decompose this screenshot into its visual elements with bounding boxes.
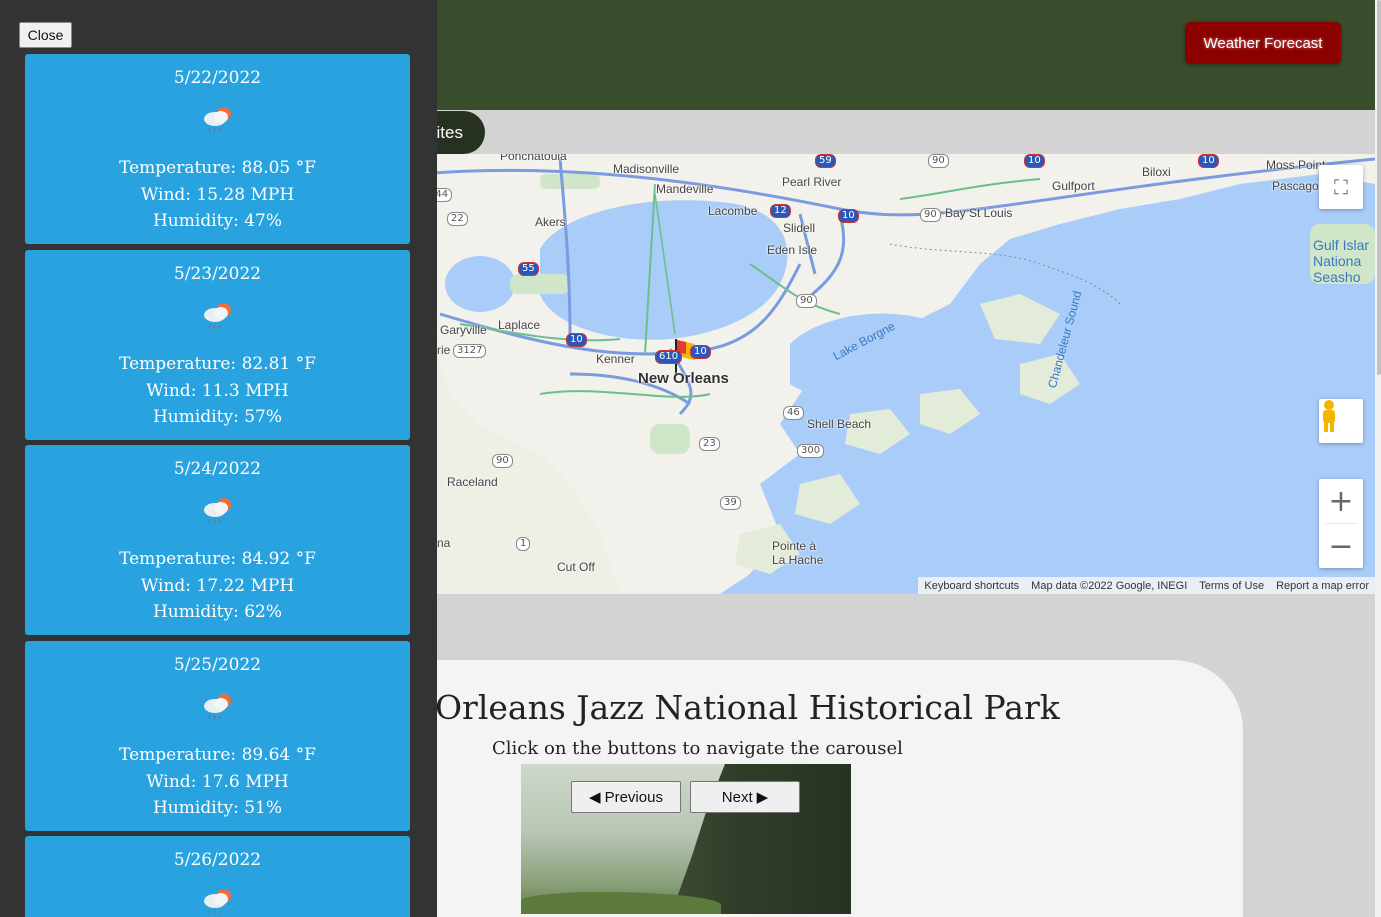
rain-cloud-sun-icon — [203, 498, 231, 525]
forecast-sidenav: Close 5/22/2022 Temperature: 88.05 °F Wi… — [0, 0, 437, 917]
map-label-gulf-islands: Gulf Islar Nationa Seasho — [1313, 237, 1370, 285]
sites-tab-label: ites — [436, 122, 463, 142]
map-label-kenner: Kenner — [596, 352, 635, 366]
fullscreen-icon: ⛶ — [1334, 175, 1348, 199]
next-button[interactable]: Next ▶ — [690, 781, 800, 813]
rain-cloud-sun-icon — [203, 303, 231, 330]
highway-shield: 10 — [1024, 154, 1045, 168]
forecast-temperature: Temperature: 82.81 °F — [119, 354, 316, 374]
forecast-temperature: Temperature: 88.05 °F — [119, 158, 316, 178]
map-label-bay-st-louis: Bay St Louis — [945, 206, 1013, 220]
triangle-left-icon: ◀ — [589, 789, 601, 806]
highway-shield: 10 — [838, 209, 859, 223]
highway-shield: 3127 — [453, 344, 487, 358]
keyboard-shortcuts-link[interactable]: Keyboard shortcuts — [918, 580, 1025, 592]
page-scrollbar-thumb[interactable] — [1377, 0, 1381, 375]
forecast-temperature: Temperature: 84.92 °F — [119, 549, 316, 569]
map-label-garyville: Garyville — [440, 323, 487, 337]
map-label-rie: rie — [437, 343, 451, 357]
forecast-card: 5/22/2022 Temperature: 88.05 °F Wind: 15… — [25, 54, 410, 244]
highway-shield: 90 — [920, 208, 941, 222]
highway-shield: 300 — [797, 444, 825, 458]
forecast-wind: Wind: 17.22 MPH — [140, 575, 295, 596]
map-label-moss-point: Moss Point — [1266, 158, 1326, 172]
carousel-instructions: Click on the buttons to navigate the car… — [492, 738, 903, 759]
forecast-wind: Wind: 15.28 MPH — [140, 184, 295, 205]
forecast-wind: Wind: 17.6 MPH — [146, 771, 289, 792]
park-title: Orleans Jazz National Historical Park — [435, 688, 1060, 727]
map-label-laplace: Laplace — [498, 318, 541, 332]
map-label-pointe-a-la-hache: Pointe à La Hache — [772, 539, 824, 567]
map-label-raceland: Raceland — [447, 475, 498, 489]
map-label-slidell: Slidell — [783, 221, 816, 235]
map-label-pearl-river: Pearl River — [782, 175, 842, 189]
highway-shield: 610 — [655, 350, 683, 364]
map-label-ponchatoula: Ponchatoula — [500, 154, 567, 163]
map-data-credit: Map data ©2022 Google, INEGI — [1031, 579, 1188, 592]
map-label-gulfport: Gulfport — [1052, 179, 1095, 193]
close-button[interactable]: Close — [19, 22, 72, 48]
next-button-label: Next — [721, 788, 753, 806]
highway-shield: 46 — [783, 406, 804, 420]
map-label-lacombe: Lacombe — [708, 204, 758, 218]
zoom-out-button[interactable]: − — [1319, 524, 1363, 568]
report-map-error-link[interactable]: Report a map error — [1270, 580, 1375, 592]
zoom-control: + − — [1319, 479, 1363, 568]
map-label-mandeville: Mandeville — [656, 182, 714, 196]
street-view-pegman[interactable] — [1319, 399, 1363, 443]
zoom-in-button[interactable]: + — [1319, 479, 1363, 523]
highway-shield: 12 — [770, 204, 791, 218]
map[interactable]: Ponchatoula Madisonville Mandeville Laco… — [420, 154, 1375, 594]
highway-shield: 90 — [796, 294, 817, 308]
highway-shield: 90 — [492, 454, 513, 468]
forecast-humidity: Humidity: 47% — [152, 211, 282, 231]
highway-shield: 1 — [516, 537, 531, 551]
forecast-humidity: Humidity: 57% — [152, 407, 282, 427]
forecast-temperature: Temperature: 89.64 °F — [119, 745, 316, 765]
map-label-na: na — [437, 536, 451, 550]
rain-cloud-sun-icon — [203, 889, 231, 916]
highway-shield: 59 — [815, 154, 836, 168]
highway-shield: 90 — [928, 154, 949, 168]
forecast-card: 5/24/2022 Temperature: 84.92 °F Wind: 17… — [25, 445, 410, 635]
map-label-eden-isle: Eden Isle — [767, 243, 818, 257]
pegman-icon — [1323, 400, 1335, 432]
map-label-akers: Akers — [535, 215, 566, 229]
forecast-card: 5/25/2022 Temperature: 89.64 °F Wind: 17… — [25, 641, 410, 831]
highway-shield: 23 — [699, 437, 720, 451]
highway-shield: 22 — [447, 212, 468, 226]
weather-forecast-button[interactable]: Weather Forecast — [1185, 22, 1341, 64]
fullscreen-button[interactable]: ⛶ — [1319, 165, 1363, 209]
forecast-date: 5/24/2022 — [173, 459, 262, 479]
forecast-wind: Wind: 11.3 MPH — [146, 380, 289, 401]
forecast-date: 5/25/2022 — [173, 655, 262, 675]
rain-cloud-sun-icon — [203, 107, 231, 134]
highway-shield: 10 — [690, 345, 711, 359]
previous-button-label: Previous — [604, 788, 663, 806]
map-label-biloxi: Biloxi — [1142, 165, 1171, 179]
map-label-shell-beach: Shell Beach — [807, 417, 872, 431]
previous-button[interactable]: ◀ Previous — [571, 781, 681, 813]
forecast-card: 5/26/2022 — [25, 836, 410, 917]
highway-shield: 10 — [566, 333, 587, 347]
forecast-date: 5/26/2022 — [173, 850, 262, 870]
map-label-new-orleans: New Orleans — [638, 370, 729, 387]
forecast-date: 5/23/2022 — [173, 264, 262, 284]
rain-cloud-sun-icon — [203, 694, 231, 721]
terms-of-use-link[interactable]: Terms of Use — [1193, 580, 1270, 592]
triangle-right-icon: ▶ — [756, 789, 769, 806]
map-attribution: Keyboard shortcuts Map data ©2022 Google… — [918, 577, 1375, 594]
highway-shield: 39 — [720, 496, 741, 510]
highway-shield: 55 — [518, 262, 539, 276]
forecast-card: 5/23/2022 Temperature: 82.81 °F Wind: 11… — [25, 250, 410, 440]
highway-shield: 10 — [1198, 154, 1219, 168]
map-label-cut-off: Cut Off — [557, 560, 595, 574]
map-label-madisonville: Madisonville — [613, 162, 680, 176]
forecast-humidity: Humidity: 62% — [152, 602, 282, 622]
forecast-date: 5/22/2022 — [173, 68, 262, 88]
forecast-humidity: Humidity: 51% — [152, 798, 282, 818]
